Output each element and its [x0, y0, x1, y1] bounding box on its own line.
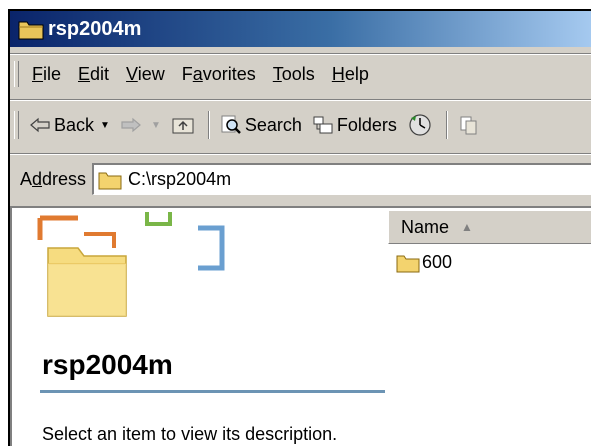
divider	[445, 111, 448, 139]
divider	[10, 153, 591, 155]
back-arrow-icon	[30, 117, 50, 133]
address-bar: Address C:\rsp2004m	[10, 159, 591, 199]
title-bar[interactable]: rsp2004m	[10, 11, 591, 47]
search-label: Search	[244, 114, 302, 135]
toolbar-grip[interactable]	[14, 61, 19, 87]
menu-file[interactable]: File	[32, 64, 61, 85]
divider	[207, 111, 210, 139]
folder-icon	[98, 172, 122, 189]
up-button[interactable]	[171, 115, 198, 135]
search-button[interactable]: Search	[220, 114, 302, 136]
search-icon	[221, 115, 241, 134]
forward-button[interactable]: ▼	[120, 117, 161, 133]
menu-bar: File Edit View Favorites Tools Help	[10, 57, 591, 91]
menu-help[interactable]: Help	[332, 64, 369, 85]
address-value: C:\rsp2004m	[128, 169, 232, 189]
history-button[interactable]	[407, 113, 436, 137]
divider	[10, 99, 591, 101]
menu-edit[interactable]: Edit	[78, 64, 109, 85]
standard-toolbar: Back ▼ ▼ Search Folders	[10, 105, 591, 145]
folder-icon	[18, 21, 44, 40]
column-header-label: Name	[401, 216, 450, 237]
folders-button[interactable]: Folders	[312, 115, 397, 136]
folders-label: Folders	[336, 114, 397, 135]
list-item-label: 600	[422, 252, 453, 272]
history-icon	[409, 114, 431, 136]
list-item[interactable]: 600	[396, 252, 452, 273]
title-underline	[40, 390, 385, 393]
column-header-name[interactable]: Name ▲	[388, 210, 591, 244]
folder-view: rsp2004m Select an item to view its desc…	[10, 206, 591, 446]
move-to-icon	[460, 116, 477, 135]
explorer-window: rsp2004m File Edit View Favorites Tools …	[8, 9, 591, 446]
folder-icon	[396, 255, 420, 272]
chevron-down-icon[interactable]: ▼	[151, 120, 161, 131]
folder-title: rsp2004m	[42, 349, 173, 380]
sort-ascending-icon: ▲	[461, 220, 473, 234]
menu-view[interactable]: View	[126, 64, 165, 85]
address-input[interactable]: C:\rsp2004m	[92, 163, 591, 195]
description-text: Select an item to view its description.	[42, 424, 338, 444]
divider	[10, 53, 591, 55]
back-button[interactable]: Back ▼	[29, 115, 110, 136]
chevron-down-icon[interactable]: ▼	[100, 120, 110, 131]
back-label: Back	[54, 114, 95, 135]
window-title: rsp2004m	[48, 17, 142, 40]
up-folder-icon	[172, 118, 194, 134]
address-label: Address	[20, 168, 87, 189]
folders-icon	[313, 116, 333, 134]
menu-favorites[interactable]: Favorites	[182, 64, 256, 85]
toolbar-grip[interactable]	[14, 111, 19, 139]
menu-tools[interactable]: Tools	[273, 64, 315, 85]
forward-arrow-icon	[121, 117, 141, 133]
move-to-button[interactable]	[458, 114, 483, 136]
folder-graphic	[37, 212, 225, 317]
